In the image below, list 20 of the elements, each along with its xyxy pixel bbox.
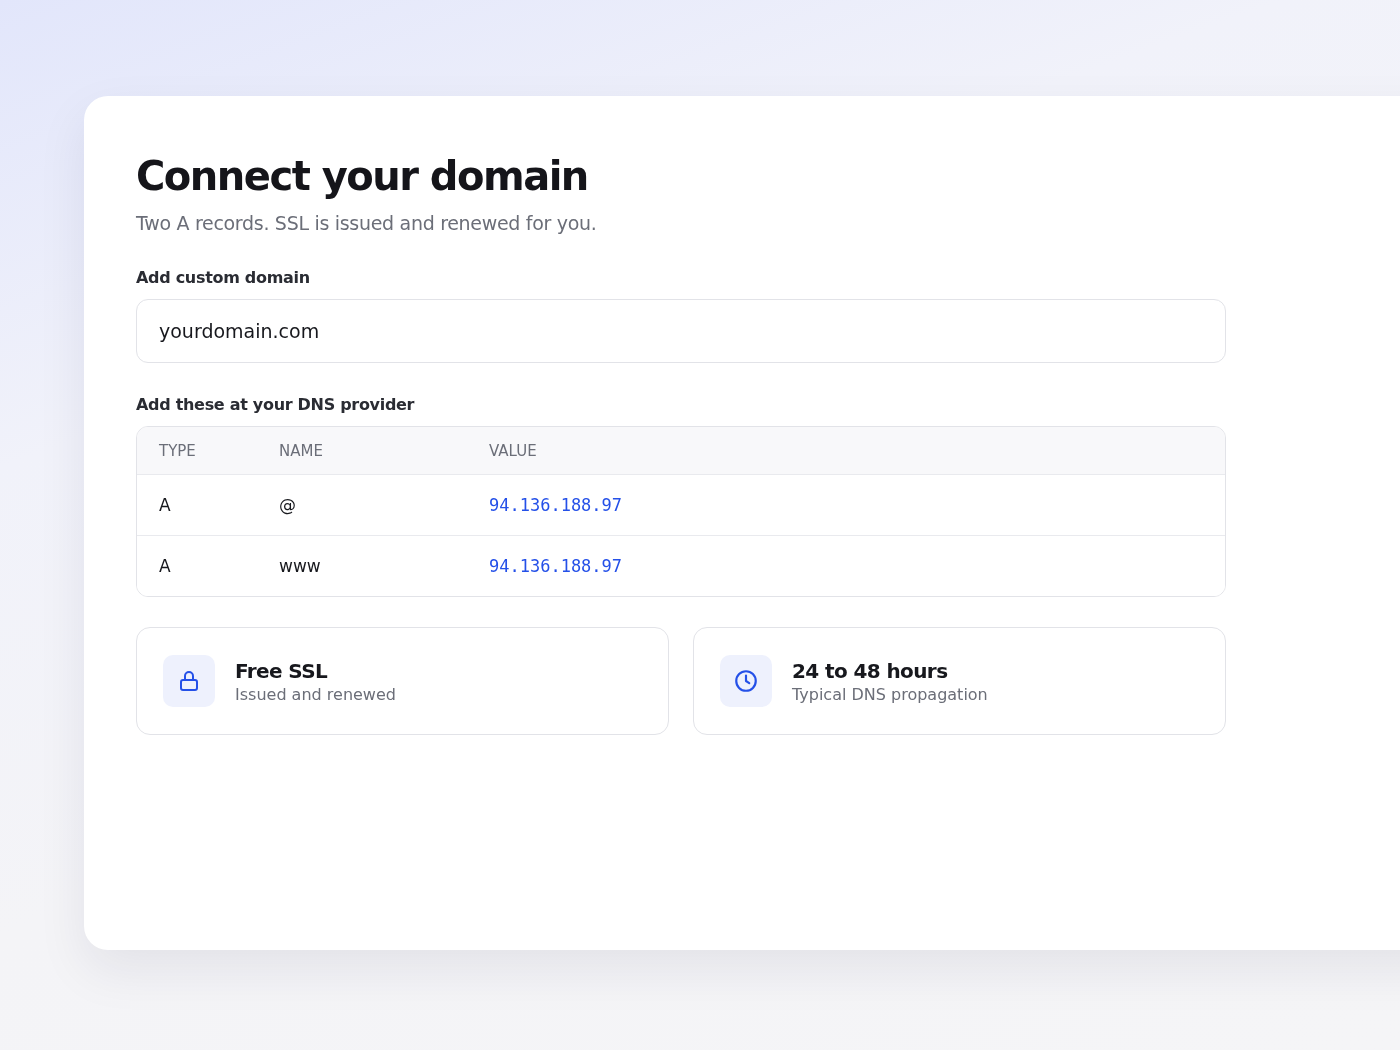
clock-icon bbox=[733, 668, 759, 694]
info-title: 24 to 48 hours bbox=[792, 658, 949, 683]
ip-address: 94.136.188.97 bbox=[489, 556, 624, 576]
column-header: TYPE bbox=[159, 441, 197, 460]
table-cell-text: A bbox=[159, 556, 172, 576]
info-subtitle: Issued and renewed bbox=[235, 684, 396, 704]
field-label: Add custom domain bbox=[136, 268, 311, 287]
column-header: VALUE bbox=[489, 441, 538, 460]
table-cell-text: www bbox=[279, 556, 322, 576]
table-cell-text: A bbox=[159, 495, 172, 515]
info-subtitle: Typical DNS propagation bbox=[792, 684, 988, 704]
info-title: Free SSL bbox=[235, 658, 329, 683]
domain-input-field[interactable]: yourdomain.com bbox=[136, 299, 1226, 363]
table-label: Add these at your DNS provider bbox=[136, 395, 416, 414]
page-subtitle: Two A records. SSL is issued and renewed for you. bbox=[136, 212, 598, 234]
lock-icon bbox=[177, 669, 201, 693]
page-title: Connect your domain bbox=[136, 152, 589, 200]
column-header: NAME bbox=[279, 441, 324, 460]
table-cell-text: @ bbox=[279, 495, 297, 515]
ip-address: 94.136.188.97 bbox=[489, 495, 624, 515]
